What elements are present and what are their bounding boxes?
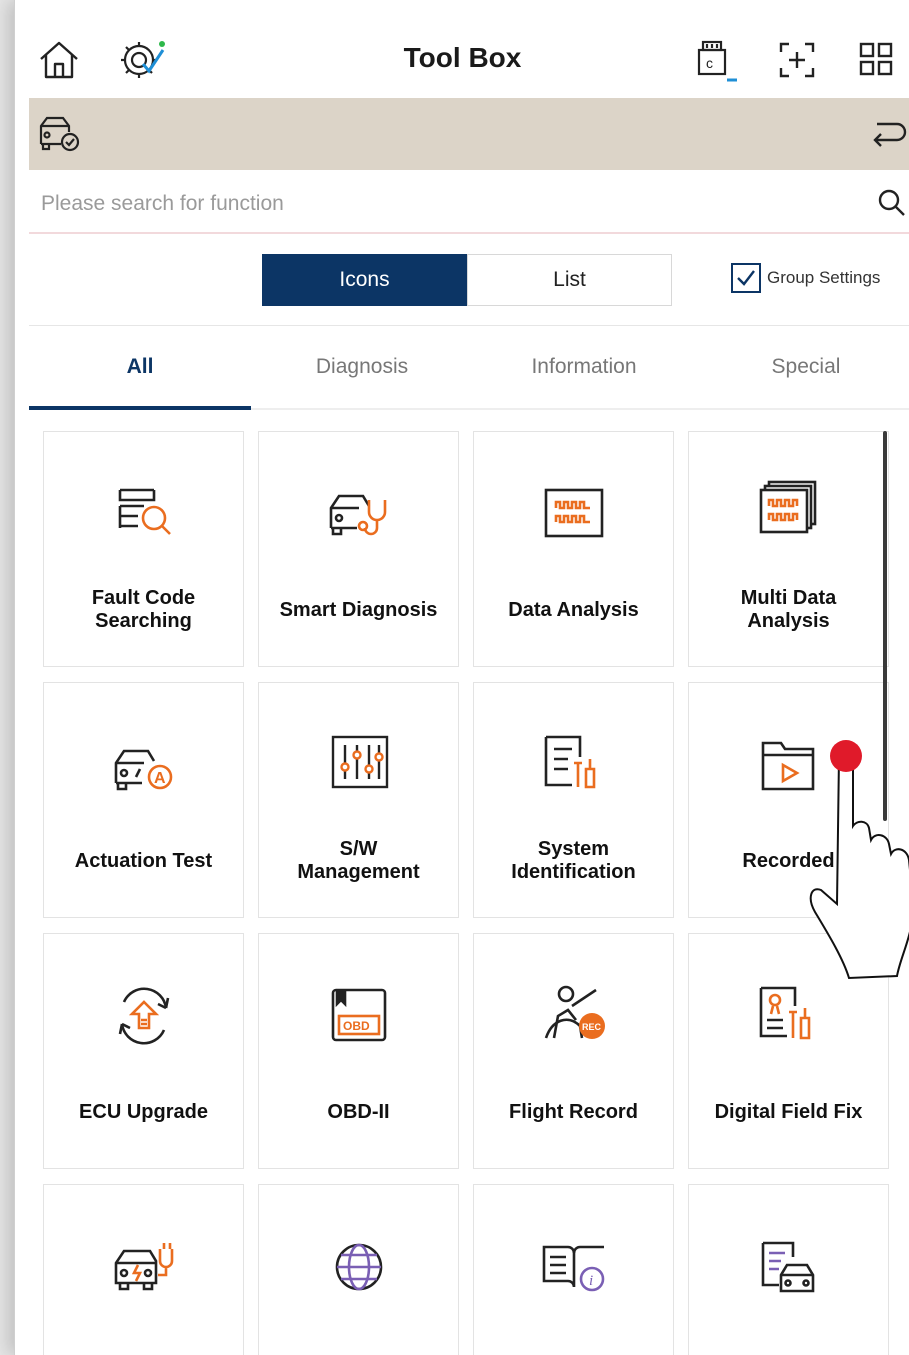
- capture-icon[interactable]: [775, 38, 819, 82]
- tile-fault-code-searching[interactable]: Fault Code Searching: [43, 431, 244, 667]
- ev-charging-icon: [108, 1231, 180, 1303]
- system-identification-icon: [538, 729, 610, 801]
- tile-global[interactable]: [258, 1184, 459, 1355]
- group-settings-label: Group Settings: [767, 268, 881, 287]
- list-view-button[interactable]: List: [467, 254, 672, 306]
- data-analysis-icon: [538, 478, 610, 550]
- ecu-upgrade-icon: [108, 980, 180, 1052]
- tile-label: Smart Diagnosis: [279, 598, 438, 621]
- tile-flight-record[interactable]: REC Flight Record: [473, 933, 674, 1169]
- group-settings-checkbox[interactable]: [731, 263, 761, 293]
- search-icon[interactable]: [877, 188, 907, 223]
- app-screen: Tool Box c Please search for function Ic…: [14, 0, 909, 1355]
- tile-label: Fault Code Searching: [91, 587, 196, 632]
- tile-label: OBD-II: [327, 1100, 390, 1123]
- flight-record-icon: REC: [538, 980, 610, 1052]
- tap-indicator: [830, 740, 862, 772]
- view-toggle: Icons List: [262, 254, 672, 306]
- tile-manual-info[interactable]: i: [473, 1184, 674, 1355]
- pointing-hand-icon: [809, 740, 909, 980]
- top-app-bar: Tool Box c: [15, 18, 909, 98]
- tile-label: Multi Data Analysis: [740, 587, 837, 632]
- multi-data-analysis-icon: [753, 478, 825, 550]
- return-icon[interactable]: [867, 116, 907, 159]
- svg-text:A: A: [154, 770, 166, 787]
- vehicle-document-icon: [753, 1231, 825, 1303]
- tile-system-identification[interactable]: System Identification: [473, 682, 674, 918]
- tab-all[interactable]: All: [29, 326, 251, 410]
- tile-actuation-test[interactable]: A Actuation Test: [43, 682, 244, 918]
- sw-management-icon: [323, 729, 395, 801]
- tile-vehicle-document[interactable]: [688, 1184, 889, 1355]
- tile-label: Flight Record: [509, 1100, 638, 1123]
- icons-view-button[interactable]: Icons: [262, 254, 467, 306]
- svg-text:OBD: OBD: [343, 1019, 370, 1033]
- tile-multi-data-analysis[interactable]: Multi Data Analysis: [688, 431, 889, 667]
- vehicle-info-icon[interactable]: [37, 114, 81, 159]
- tile-ev-charging[interactable]: [43, 1184, 244, 1355]
- group-settings[interactable]: Group Settings: [731, 263, 880, 293]
- svg-text:c: c: [706, 55, 713, 71]
- tile-obd-ii[interactable]: OBD OBD-II: [258, 933, 459, 1169]
- actuation-test-icon: A: [108, 729, 180, 801]
- svg-text:i: i: [589, 1273, 593, 1289]
- checkmark-icon: [737, 270, 755, 286]
- tile-label: ECU Upgrade: [79, 1100, 208, 1123]
- tile-label: Digital Field Fix: [714, 1100, 863, 1123]
- tile-label: Actuation Test: [74, 849, 213, 872]
- obd-icon: OBD: [323, 980, 395, 1052]
- tab-information[interactable]: Information: [473, 326, 695, 408]
- vehicle-info-bar: [29, 98, 909, 170]
- tile-ecu-upgrade[interactable]: ECU Upgrade: [43, 933, 244, 1169]
- function-search-bar[interactable]: Please search for function: [29, 176, 909, 234]
- apps-grid-icon[interactable]: [855, 38, 899, 82]
- category-tabs: All Diagnosis Information Special: [29, 325, 909, 410]
- globe-icon: [323, 1231, 395, 1303]
- manual-info-icon: i: [538, 1231, 610, 1303]
- tab-special[interactable]: Special: [695, 326, 909, 408]
- fault-code-search-icon: [108, 478, 180, 550]
- tile-label: System Identification: [511, 838, 636, 883]
- vci-connection-icon[interactable]: c: [695, 38, 739, 82]
- tab-diagnosis[interactable]: Diagnosis: [251, 326, 473, 408]
- smart-diagnosis-icon: [323, 478, 395, 550]
- tile-smart-diagnosis[interactable]: Smart Diagnosis: [258, 431, 459, 667]
- tile-label: S/W Management: [297, 838, 420, 883]
- search-input[interactable]: Please search for function: [41, 192, 284, 216]
- tile-data-analysis[interactable]: Data Analysis: [473, 431, 674, 667]
- tile-label: Data Analysis: [508, 598, 639, 621]
- tile-sw-management[interactable]: S/W Management: [258, 682, 459, 918]
- svg-text:REC: REC: [582, 1022, 602, 1032]
